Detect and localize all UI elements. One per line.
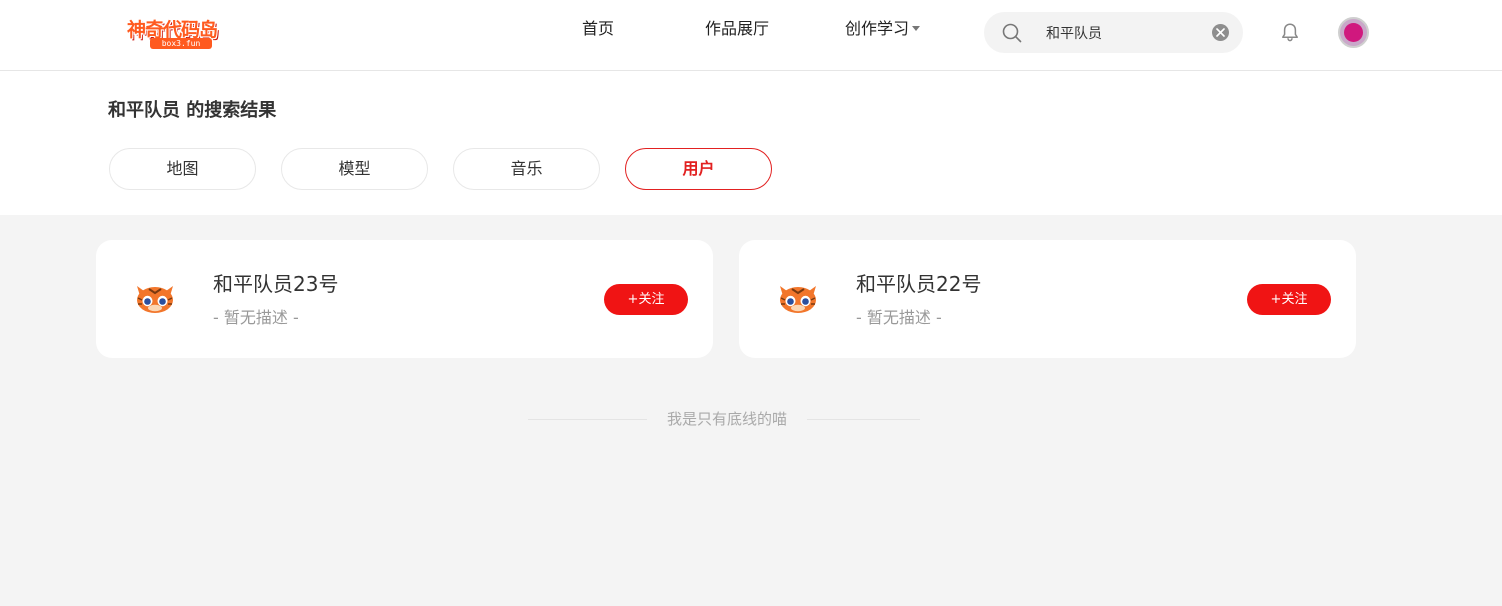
avatar-image: [1344, 23, 1363, 42]
nav-gallery[interactable]: 作品展厅: [705, 19, 769, 39]
follow-button[interactable]: +关注: [604, 284, 688, 315]
logo-subtext: box3.fun: [150, 38, 212, 49]
user-avatar[interactable]: [1338, 17, 1369, 48]
search-input[interactable]: [1046, 22, 1196, 43]
nav-learn[interactable]: 创作学习: [845, 19, 921, 39]
search-icon: [1002, 23, 1022, 43]
tab-users[interactable]: 用户: [625, 148, 772, 190]
search-box[interactable]: [984, 12, 1243, 53]
user-description: - 暂无描述 -: [213, 308, 299, 327]
user-card[interactable]: 和平队员22号 - 暂无描述 - +关注: [739, 240, 1356, 358]
tiger-avatar-icon: [137, 286, 173, 313]
caret-down-icon: [912, 26, 921, 31]
user-name[interactable]: 和平队员23号: [213, 271, 338, 297]
tab-maps[interactable]: 地图: [109, 148, 256, 190]
nav-learn-label: 创作学习: [845, 19, 910, 38]
search-results-title: 和平队员 的搜索结果: [108, 100, 277, 121]
tab-music[interactable]: 音乐: [453, 148, 600, 190]
site-logo[interactable]: 神奇代码岛 box3.fun: [120, 14, 224, 50]
user-card[interactable]: 和平队员23号 - 暂无描述 - +关注: [96, 240, 713, 358]
tab-models[interactable]: 模型: [281, 148, 428, 190]
clear-icon[interactable]: [1212, 24, 1229, 41]
user-description: - 暂无描述 -: [856, 308, 942, 327]
end-of-list-text: 我是只有底线的喵: [647, 409, 807, 429]
tiger-avatar-icon: [780, 286, 816, 313]
top-header: 神奇代码岛 box3.fun 首页 作品展厅 创作学习: [0, 0, 1502, 71]
bell-icon[interactable]: [1280, 22, 1300, 42]
nav-home[interactable]: 首页: [582, 19, 614, 39]
search-results-header: 和平队员 的搜索结果 地图 模型 音乐 用户: [0, 71, 1502, 215]
user-name[interactable]: 和平队员22号: [856, 271, 981, 297]
follow-button[interactable]: +关注: [1247, 284, 1331, 315]
